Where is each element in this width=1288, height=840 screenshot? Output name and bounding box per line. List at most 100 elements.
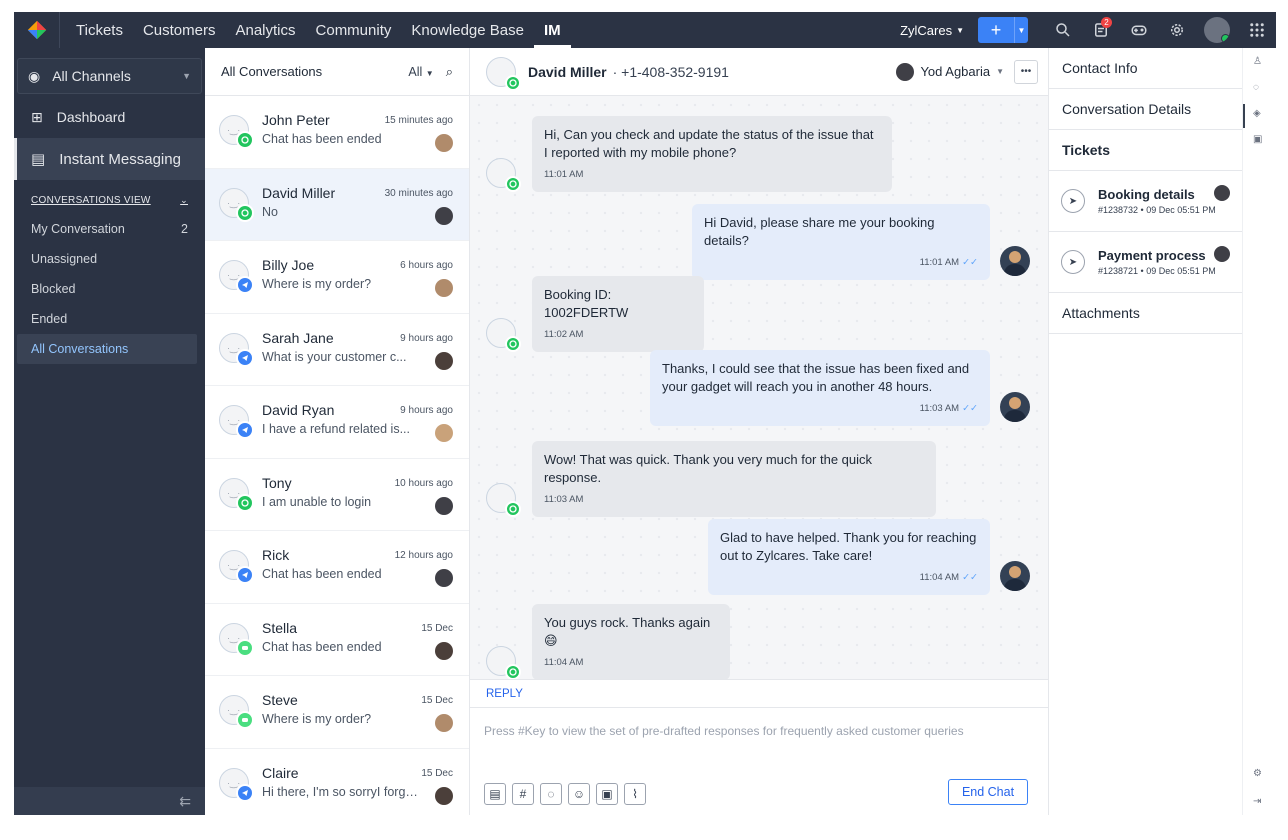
whatsapp-icon [505,664,521,680]
whatsapp-template-icon[interactable]: ◌ [540,783,562,805]
message-time: 11:04 AM [544,657,584,668]
collapse-sidebar-button[interactable]: ⇇ [14,787,205,815]
conversation-item[interactable]: ·‿· Billy Joe Where is my order? 6 hours ag… [205,241,469,314]
new-item-button[interactable]: + [978,17,1014,43]
view-ended[interactable]: Ended [14,304,205,334]
conversation-time: 10 hours ago [394,477,453,489]
diamond-logo-icon [27,20,46,40]
conversation-item[interactable]: ·‿· David Ryan I have a refund related is.… [205,386,469,459]
whatsapp-icon [505,501,521,517]
nav-tickets[interactable]: Tickets [60,12,133,48]
agent-avatar [435,641,453,660]
hashtag-icon[interactable]: # [512,783,534,805]
search-icon[interactable]: ⌕ [446,64,453,80]
contact-avatar: ·‿· [219,477,254,512]
conversations-view-header[interactable]: CONVERSATIONS VIEW ⌄ [14,186,205,214]
app-logo[interactable] [14,12,60,48]
attachment-icon[interactable]: ▣ [1253,134,1262,145]
ticket-item[interactable]: ➤ Payment process #1238721 • 09 Dec 05:5… [1049,232,1242,293]
contact-icon[interactable]: ♙ [1253,56,1262,67]
notifications-icon[interactable]: 2 [1082,12,1120,48]
expand-icon[interactable]: ⇥ [1253,796,1261,807]
conversation-item[interactable]: ·‿· Steve Where is my order? 15 Dec [205,676,469,749]
composer-toolbar: ▤ # ◌ ☺ ▣ ⌇ [484,783,646,805]
conversation-list: All Conversations All ▼ ⌕ ·‿· John Peter C… [205,48,470,815]
tickets-section-title: Tickets [1049,130,1242,171]
view-blocked[interactable]: Blocked [14,274,205,304]
reply-tab[interactable]: REPLY [470,680,1048,708]
incoming-message: Booking ID: 1002FDERTW 11:02 AM [532,276,704,352]
apps-grid-icon[interactable] [1238,12,1276,48]
sidebar-item-instant-messaging[interactable]: ▤ Instant Messaging [14,138,205,180]
image-icon[interactable]: ▣ [596,783,618,805]
ticket-agent-avatar [1214,185,1230,201]
conversation-filter-dropdown[interactable]: All ▼ [408,65,433,79]
nav-im[interactable]: IM [533,12,571,48]
view-label: Blocked [31,282,76,296]
gear-icon[interactable] [1158,12,1196,48]
message-text: Glad to have helped. Thank you for reach… [720,530,977,563]
conversation-item[interactable]: ·‿· Sarah Jane What is your customer c... 9… [205,314,469,386]
emoji-icon[interactable]: ☺ [568,783,590,805]
template-icon[interactable]: ▤ [484,783,506,805]
agent-avatar [435,569,453,587]
end-chat-button[interactable]: End Chat [948,779,1028,805]
conversation-icon[interactable]: ◌ [1253,82,1259,93]
attachments-section[interactable]: Attachments [1049,293,1242,334]
view-label: All Conversations [31,342,129,356]
reply-composer: REPLY Press #Key to view the set of pre-… [470,679,1048,815]
more-options-button[interactable]: ••• [1014,59,1038,84]
nav-customers[interactable]: Customers [133,12,226,48]
conversation-item[interactable]: ·‿· Claire Hi there, I'm so sorryI forgot … [205,749,469,816]
user-avatar[interactable] [1204,17,1230,43]
conversation-time: 15 Dec [421,622,453,634]
nav-knowledge-base[interactable]: Knowledge Base [401,12,534,48]
nav-analytics[interactable]: Analytics [225,12,305,48]
customer-avatar [486,318,521,352]
contact-info-section[interactable]: Contact Info [1049,48,1242,89]
conversation-item[interactable]: ·‿· Tony I am unable to login 10 hours ago [205,459,469,531]
whatsapp-icon [236,493,254,512]
view-my-conversation[interactable]: My Conversation 2 [14,214,205,244]
chat-icon: ▤ [31,151,46,168]
department-selector[interactable]: ZylCares ▼ [900,23,964,38]
top-navigation-bar: Tickets Customers Analytics Community Kn… [14,12,1276,48]
assignee-selector[interactable]: Yod Agbaria ▼ [896,62,1004,81]
view-all-conversations[interactable]: All Conversations [17,334,197,364]
incoming-message: Wow! That was quick. Thank you very much… [532,441,936,517]
conversation-item[interactable]: ·‿· Stella Chat has been ended 15 Dec [205,604,469,676]
contact-avatar [486,56,521,91]
message-time: 11:01 AM [544,169,584,180]
telegram-icon [236,783,254,802]
attachment-icon[interactable]: ⌇ [624,783,646,805]
gamepad-icon[interactable] [1120,12,1158,48]
assignee-name: Yod Agbaria [920,64,991,79]
conversation-details-section[interactable]: Conversation Details [1049,89,1242,130]
conversation-preview: What is your customer c... [262,349,407,364]
agent-avatar [435,206,453,225]
gear-icon[interactable]: ⚙ [1253,768,1262,779]
sidebar-item-dashboard[interactable]: ⊞ Dashboard [14,96,205,138]
ticket-item[interactable]: ➤ Booking details #1238732 • 09 Dec 05:5… [1049,171,1242,232]
right-details-panel: Contact Info Conversation Details Ticket… [1048,48,1242,815]
globe-icon: ◉ [28,67,41,84]
conversation-item[interactable]: ·‿· Rick Chat has been ended 12 hours ago [205,531,469,604]
new-item-dropdown-button[interactable]: ▼ [1014,17,1028,43]
ticket-icon[interactable]: ◈ [1253,108,1261,119]
conversation-list-title: All Conversations [221,64,323,79]
outgoing-message: Hi David, please share me your booking d… [692,204,990,280]
conversation-item[interactable]: ·‿· David Miller No 30 minutes ago [205,168,469,241]
message-text: Hi, Can you check and update the status … [544,127,874,160]
filter-label: All [408,64,423,79]
conversation-item[interactable]: ·‿· John Peter Chat has been ended 15 minut… [205,96,469,169]
conversation-time: 12 hours ago [394,550,453,561]
view-unassigned[interactable]: Unassigned [14,244,205,274]
selected-indicator [1243,104,1245,128]
search-icon[interactable] [1044,12,1082,48]
channel-selector[interactable]: ◉ All Channels ▼ [17,58,202,94]
contact-avatar: ·‿· [219,115,254,149]
contact-phone: · +1-408-352-9191 [612,63,729,80]
nav-community[interactable]: Community [306,12,402,48]
conversation-preview: Chat has been ended [262,567,382,581]
reply-input[interactable]: Press #Key to view the set of pre-drafte… [470,708,1048,768]
